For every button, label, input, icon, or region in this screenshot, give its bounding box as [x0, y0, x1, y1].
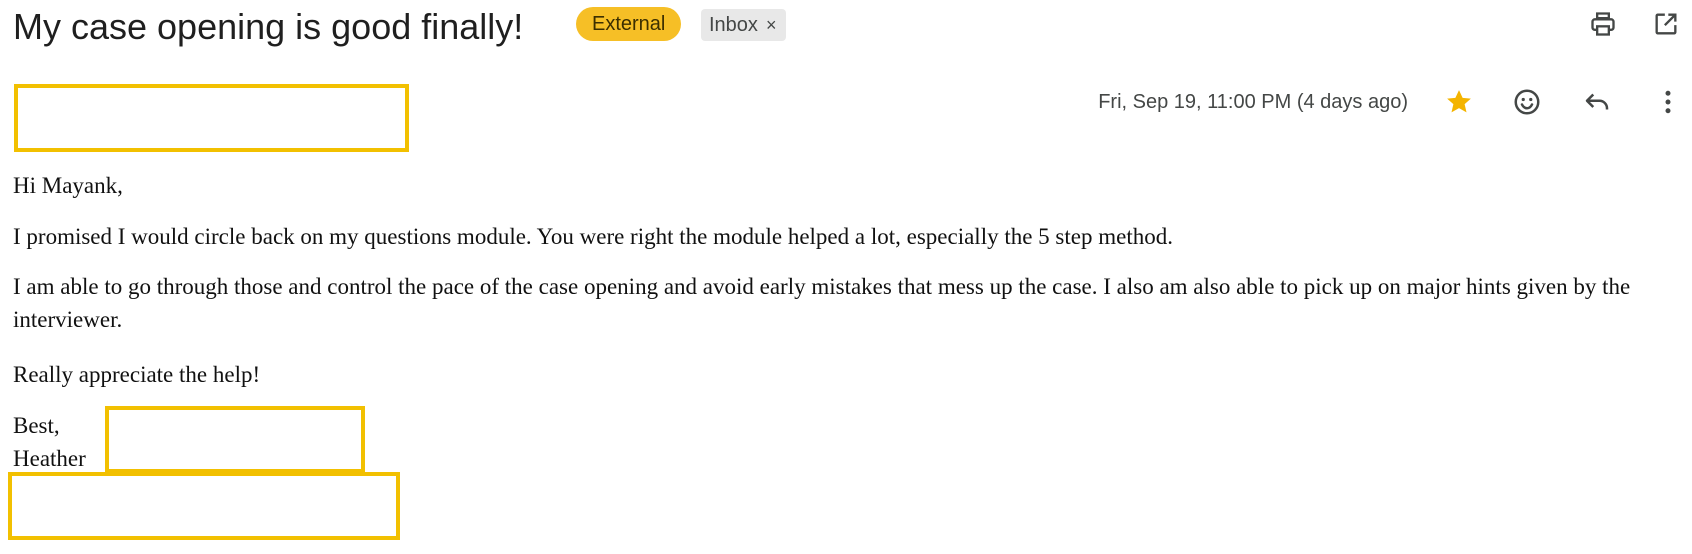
email-paragraph-3: Really appreciate the help! — [13, 362, 261, 387]
email-signature-name: Heather — [13, 446, 86, 471]
inbox-label[interactable]: Inbox × — [701, 9, 787, 41]
inbox-label-text: Inbox — [709, 14, 758, 36]
reply-icon — [1585, 93, 1609, 110]
external-label: External — [576, 7, 682, 41]
remove-label-icon[interactable]: × — [766, 9, 777, 41]
add-reaction-button[interactable] — [1509, 84, 1545, 120]
emoji-reaction-icon — [1514, 89, 1540, 115]
email-paragraph-1: I promised I would circle back on my que… — [13, 224, 1173, 249]
more-options-button[interactable] — [1650, 84, 1686, 120]
email-timestamp: Fri, Sep 19, 11:00 PM (4 days ago) — [1098, 91, 1408, 113]
star-button[interactable] — [1441, 84, 1477, 120]
reply-button[interactable] — [1579, 84, 1615, 120]
email-paragraph-2: I am able to go through those and contro… — [13, 274, 1631, 332]
open-in-new-window-button[interactable] — [1648, 6, 1684, 42]
open-in-new-window-icon — [1655, 13, 1677, 35]
print-button[interactable] — [1585, 6, 1621, 42]
star-icon — [1447, 90, 1471, 113]
more-vertical-icon — [1665, 90, 1671, 114]
print-icon — [1591, 12, 1615, 36]
email-greeting: Hi Mayank, — [13, 173, 123, 198]
sender-redacted-area — [14, 84, 409, 152]
email-subject: My case opening is good finally! — [13, 6, 524, 47]
signature-redacted-area-2 — [8, 472, 400, 540]
signature-redacted-area — [105, 406, 365, 473]
